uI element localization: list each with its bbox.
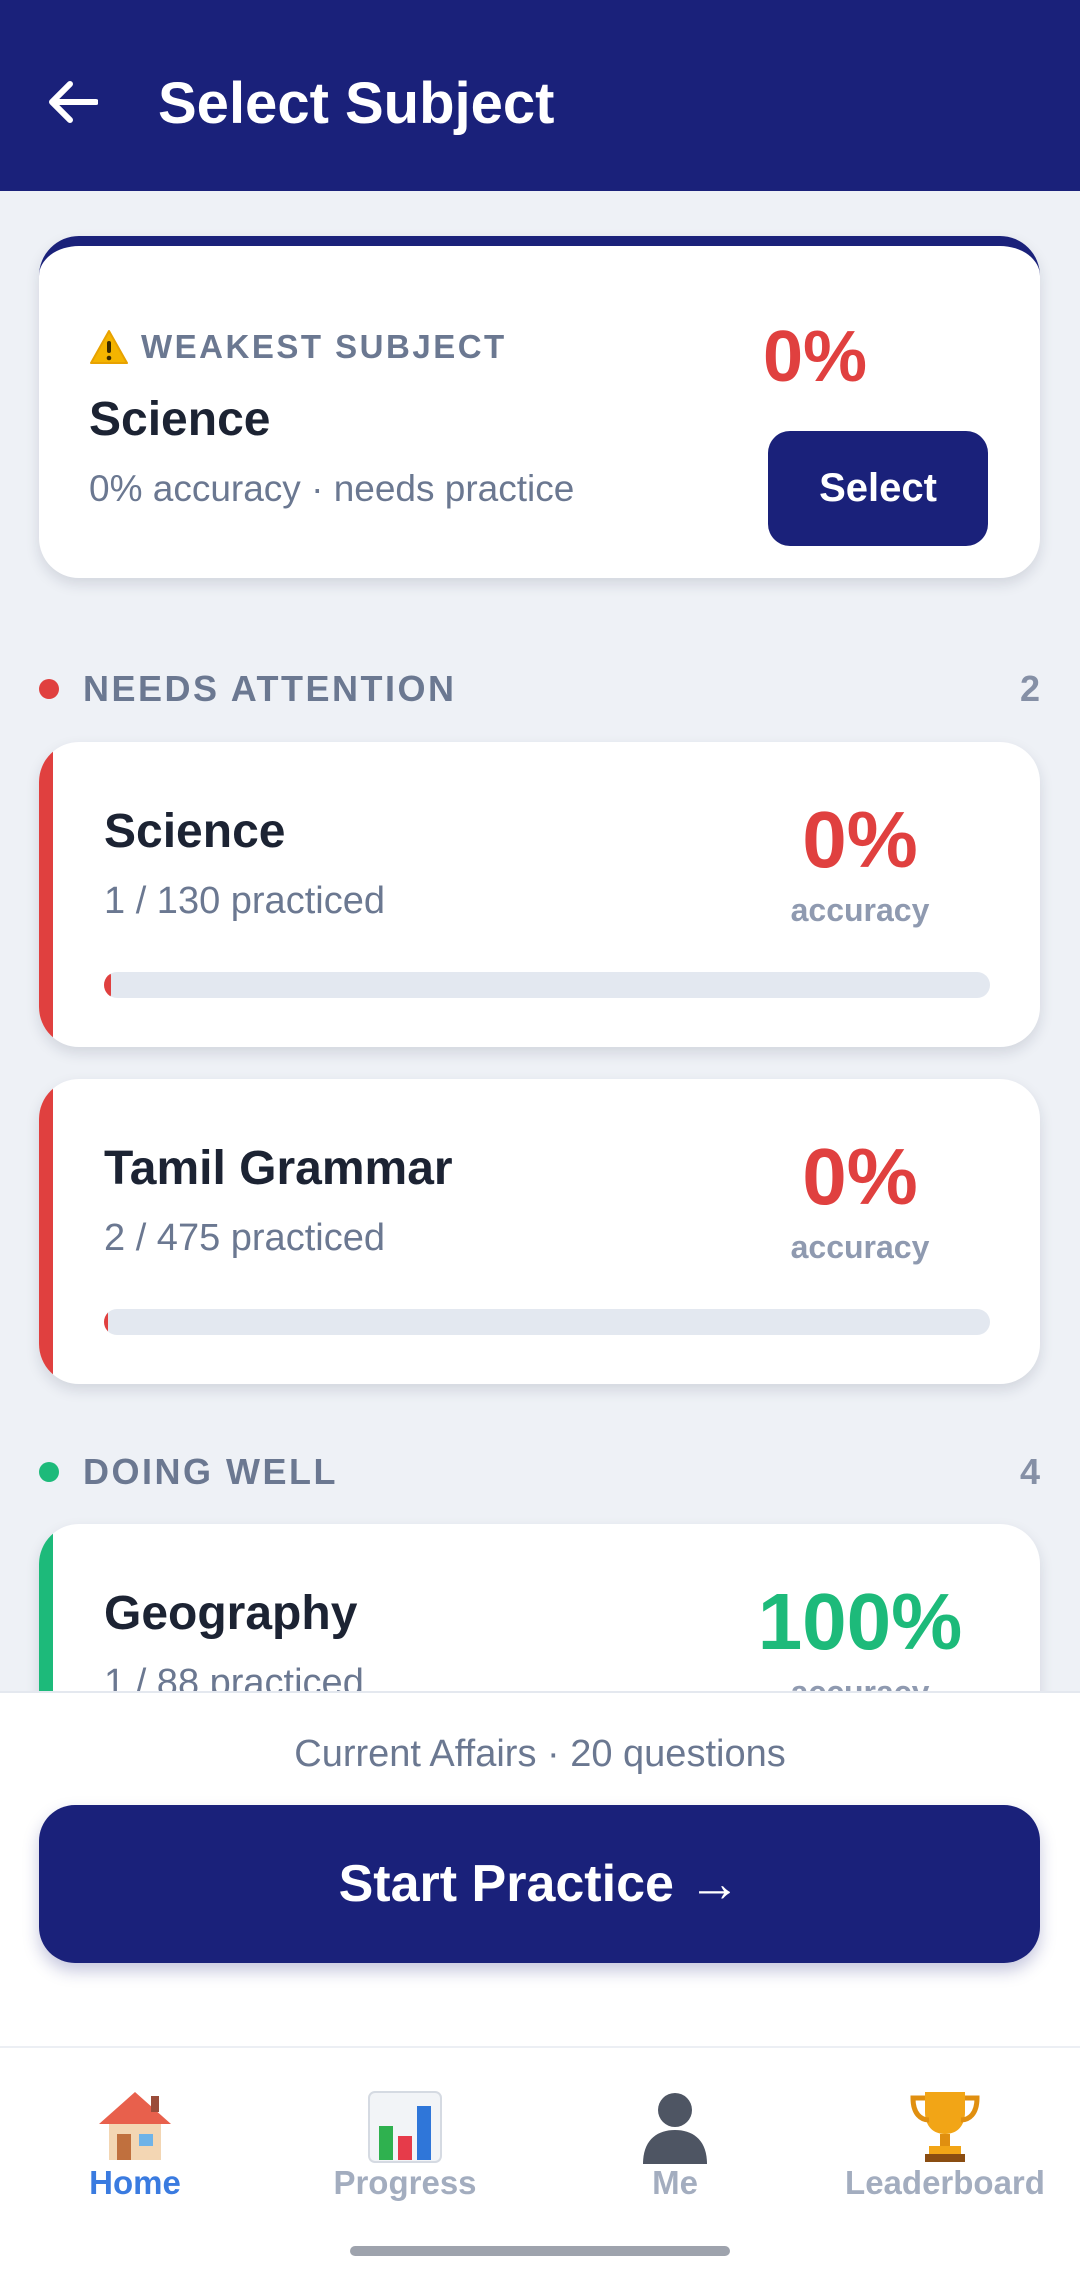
section-needs-attention: NEEDS ATTENTION 2 [39, 664, 1040, 714]
home-indicator [350, 2246, 730, 2256]
accuracy-label: accuracy [790, 1229, 930, 1265]
subject-accuracy: 0% [802, 795, 918, 884]
progress-bar [104, 972, 990, 998]
weakest-label-row: WEAKEST SUBJECT [89, 328, 507, 366]
arrow-left-icon [49, 81, 98, 123]
subject-card[interactable]: Science 1 / 130 practiced 0% accuracy [39, 742, 1040, 1047]
status-dot [39, 679, 59, 699]
subject-practiced: 1 / 88 practiced [104, 1662, 364, 1691]
card-accent [39, 1079, 53, 1384]
warning-icon [90, 330, 128, 364]
subject-list[interactable]: WEAKEST SUBJECT Science 0% accuracy · ne… [0, 191, 1080, 1691]
person-icon [643, 2093, 707, 2164]
trophy-icon [910, 2092, 980, 2162]
nav-home[interactable]: Home [0, 2088, 270, 2238]
nav-progress[interactable]: Progress [270, 2088, 540, 2238]
start-practice-button[interactable]: Start Practice → [39, 1805, 1040, 1963]
page-title: Select Subject [158, 71, 555, 136]
nav-label: Home [89, 2164, 181, 2201]
weakest-subject-card: WEAKEST SUBJECT Science 0% accuracy · ne… [39, 236, 1040, 578]
subject-practiced: 1 / 130 practiced [104, 880, 385, 922]
bar-chart-icon [368, 2091, 442, 2163]
nav-leaderboard[interactable]: Leaderboard [810, 2088, 1080, 2238]
subject-name: Geography [104, 1587, 358, 1640]
card-accent [39, 1524, 53, 1691]
back-button[interactable] [36, 66, 108, 138]
subject-card[interactable]: Geography 1 / 88 practiced 100% accuracy [39, 1524, 1040, 1691]
progress-bar [104, 1309, 990, 1335]
house-icon [99, 2092, 171, 2160]
weakest-subject-name: Science [89, 393, 271, 446]
progress-bar-fill [104, 972, 112, 998]
section-count: 4 [1019, 1451, 1040, 1492]
nav-label: Progress [333, 2164, 477, 2201]
practice-info: Current Affairs · 20 questions [294, 1733, 786, 1775]
subject-card[interactable]: Tamil Grammar 2 / 475 practiced 0% accur… [39, 1079, 1040, 1384]
nav-label: Me [652, 2164, 698, 2201]
select-button[interactable]: Select [768, 431, 988, 546]
weakest-subject-meta: 0% accuracy · needs practice [89, 468, 575, 509]
nav-label: Leaderboard [845, 2164, 1045, 2201]
app-header: Select Subject [0, 0, 1080, 191]
bottom-nav: Home Progress Me Leaderboard [0, 2046, 1080, 2272]
accuracy-label: accuracy [790, 892, 930, 928]
section-count: 2 [1019, 668, 1040, 709]
weakest-accuracy: 0% [762, 317, 868, 397]
card-accent [39, 742, 53, 1047]
subject-accuracy: 0% [802, 1132, 918, 1221]
accuracy-label: accuracy [730, 1674, 990, 1691]
section-title: NEEDS ATTENTION [83, 668, 457, 709]
section-title: DOING WELL [83, 1451, 338, 1492]
section-doing-well: DOING WELL 4 [39, 1447, 1040, 1497]
progress-bar-fill [104, 1309, 108, 1335]
subject-practiced: 2 / 475 practiced [104, 1217, 385, 1259]
weakest-label: WEAKEST SUBJECT [141, 328, 507, 365]
subject-accuracy: 100% [757, 1577, 963, 1666]
practice-panel: Current Affairs · 20 questions Start Pra… [0, 1691, 1080, 2046]
status-dot [39, 1462, 59, 1482]
subject-name: Science [104, 805, 286, 858]
subject-name: Tamil Grammar [104, 1142, 453, 1195]
nav-me[interactable]: Me [540, 2088, 810, 2238]
